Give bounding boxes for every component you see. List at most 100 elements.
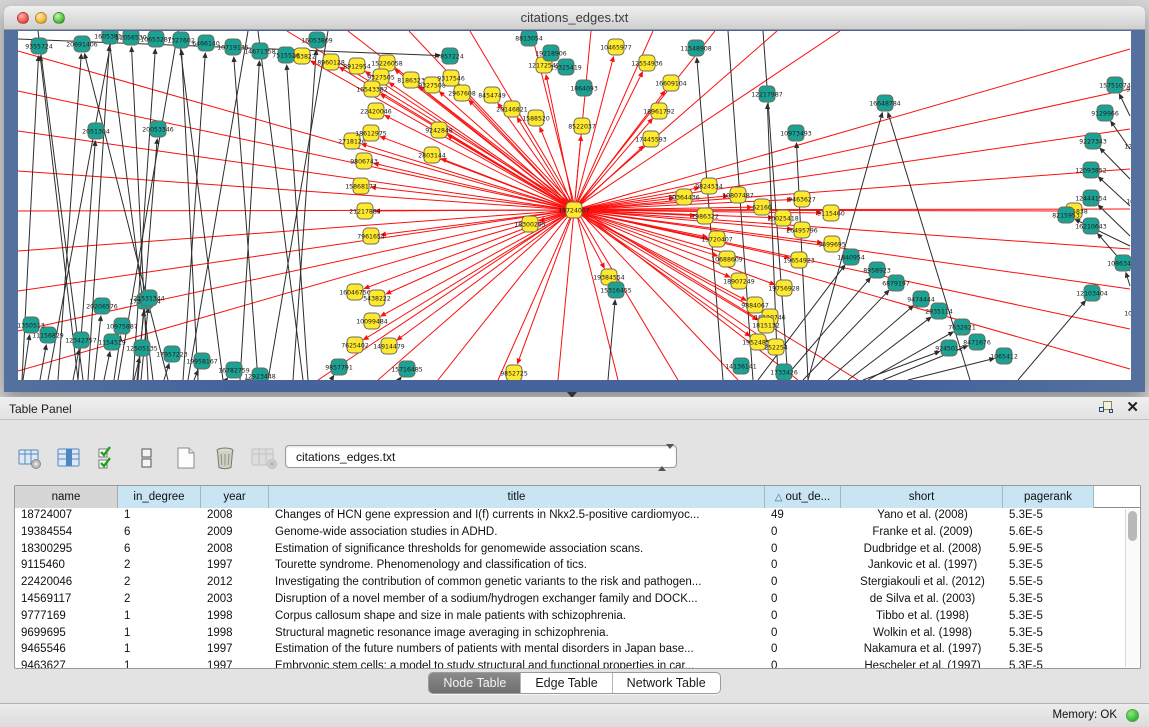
cell[interactable]: 1998 [201,626,269,643]
cell[interactable]: Yano et al. (2008) [841,508,1003,525]
graph-node[interactable]: 15868177 [345,178,377,194]
cell[interactable]: Genome-wide association studies in ADHD. [269,525,765,542]
cell[interactable]: Estimation of significance thresholds fo… [269,542,765,559]
graph-node[interactable]: 15226058 [371,55,403,71]
cell[interactable]: 9465546 [15,642,118,659]
cell[interactable]: 1998 [201,609,269,626]
graph-node[interactable]: 18961792 [643,103,675,119]
graph-node[interactable]: 20206576 [86,298,118,314]
cell[interactable]: 2008 [201,542,269,559]
graph-node[interactable]: 16053809 [301,32,333,48]
cell[interactable]: 1 [118,626,201,643]
graph-node[interactable]: 9852725 [500,365,528,380]
cell[interactable]: 9699695 [15,626,118,643]
column-header-short[interactable]: short [841,486,1003,508]
cell[interactable]: 5.3E-5 [1003,659,1094,669]
cell[interactable]: 19384554 [15,525,118,542]
graph-node[interactable]: 15716485 [391,361,423,377]
cell[interactable]: 6 [118,525,201,542]
tab-node-table[interactable]: Node Table [429,673,521,693]
table-row[interactable]: 2242004622012Investigating the contribut… [15,575,1140,592]
delete-icon[interactable] [211,445,239,471]
graph-node[interactable]: 10760344 [1124,305,1131,321]
cell[interactable]: 5.3E-5 [1003,626,1094,643]
graph-node[interactable]: 62160 [752,199,772,215]
cell[interactable]: 2012 [201,575,269,592]
graph-node[interactable]: 19654923 [783,252,815,268]
cell[interactable]: 6 [118,542,201,559]
graph-node[interactable]: 10973493 [780,125,812,141]
column-header-year[interactable]: year [201,486,269,508]
close-icon[interactable]: ✕ [1126,400,1139,415]
cell[interactable]: 18300295 [15,542,118,559]
cell[interactable]: Estimation of the future numbers of pati… [269,642,765,659]
cell[interactable]: 5.3E-5 [1003,508,1094,525]
cell[interactable]: 0 [765,642,841,659]
cell[interactable]: Disruption of a novel member of a sodium… [269,592,765,609]
cell[interactable]: 2003 [201,592,269,609]
network-canvas[interactable]: 7963822896012889129541522605893275051654… [18,31,1131,380]
graph-node[interactable]: 10975887 [106,318,138,334]
cell[interactable]: Embryonic stem cells: a model to study s… [269,659,765,669]
cell[interactable]: Investigating the contribution of common… [269,575,765,592]
cell[interactable]: 5.6E-5 [1003,525,1094,542]
table-row[interactable]: 1872400712008Changes of HCN gene express… [15,508,1140,525]
table-row[interactable]: 969969511998Structural magnetic resonanc… [15,626,1140,643]
graph-node[interactable]: 8522037 [568,118,596,134]
table-row[interactable]: 1938455462009Genome-wide association stu… [15,525,1140,542]
graph-node[interactable]: 9699695 [818,236,846,252]
graph-node[interactable]: 7961654 [357,228,385,244]
graph-node[interactable]: 21217889 [349,203,381,219]
table-row[interactable]: 946362711997Embryonic stem cells: a mode… [15,659,1140,669]
graph-node[interactable]: 2967608 [448,85,476,101]
graph-node[interactable]: 1065412 [990,348,1018,364]
graph-node[interactable]: 2803144 [418,147,446,163]
cell[interactable]: Changes of HCN gene expression and I(f) … [269,508,765,525]
graph-node[interactable]: 26495796 [786,222,818,238]
cell[interactable]: 49 [765,508,841,525]
graph-node[interactable]: 1043521 [1126,193,1131,209]
cell[interactable]: 1 [118,508,201,525]
graph-node[interactable]: 9806743 [350,153,378,169]
table-row[interactable]: 1830029562008Estimation of significance … [15,542,1140,559]
graph-node[interactable]: 6466140 [192,35,220,51]
cell[interactable]: 1997 [201,558,269,575]
cell[interactable]: 5.5E-5 [1003,575,1094,592]
table-row[interactable]: 946554611997Estimation of the future num… [15,642,1140,659]
cell[interactable]: 1997 [201,642,269,659]
graph-node[interactable]: 9115460 [817,205,845,221]
column-header-pagerank[interactable]: pagerank [1003,486,1094,508]
cell[interactable]: 14569117 [15,592,118,609]
cell[interactable]: 2009 [201,525,269,542]
graph-node[interactable]: 9129966 [1091,105,1119,121]
cell[interactable]: 0 [765,659,841,669]
graph-node[interactable]: 8471676 [963,334,991,350]
graph-node[interactable]: 8454749 [478,87,506,103]
graph-node[interactable]: 10863447 [1107,255,1131,271]
graph-node[interactable]: 1840954 [837,249,865,265]
graph-node[interactable]: 10465977 [600,39,632,55]
graph-node[interactable]: 2935114 [925,303,953,319]
column-header-title[interactable]: title [269,486,765,508]
cell[interactable]: 9115460 [15,558,118,575]
cell[interactable]: 1 [118,659,201,669]
cell[interactable]: 1 [118,609,201,626]
table-row[interactable]: 911546021997Tourette syndrome. Phenomeno… [15,558,1140,575]
scrollbar-thumb[interactable] [1128,511,1137,541]
cell[interactable]: Dudbridge et al. (2008) [841,542,1003,559]
graph-node[interactable]: 12505135 [126,340,158,356]
cell[interactable]: 9777169 [15,609,118,626]
graph-node[interactable]: 12093852 [1075,162,1107,178]
graph-node[interactable]: 7857224 [436,48,464,64]
graph-node[interactable]: 10688609 [711,251,743,267]
cell[interactable]: 5.3E-5 [1003,592,1094,609]
cell[interactable]: Stergiakouli et al. (2012) [841,575,1003,592]
table-row[interactable]: 1456911722003Disruption of a novel membe… [15,592,1140,609]
tab-edge-table[interactable]: Edge Table [521,673,612,693]
graph-node[interactable]: 14671358 [244,43,276,59]
vertical-scrollbar[interactable] [1125,509,1139,667]
graph-node[interactable]: 9474444 [907,291,935,307]
cell[interactable]: Tibbo et al. (1998) [841,609,1003,626]
cell[interactable]: Jankovic et al. (1997) [841,558,1003,575]
cell[interactable]: 0 [765,542,841,559]
